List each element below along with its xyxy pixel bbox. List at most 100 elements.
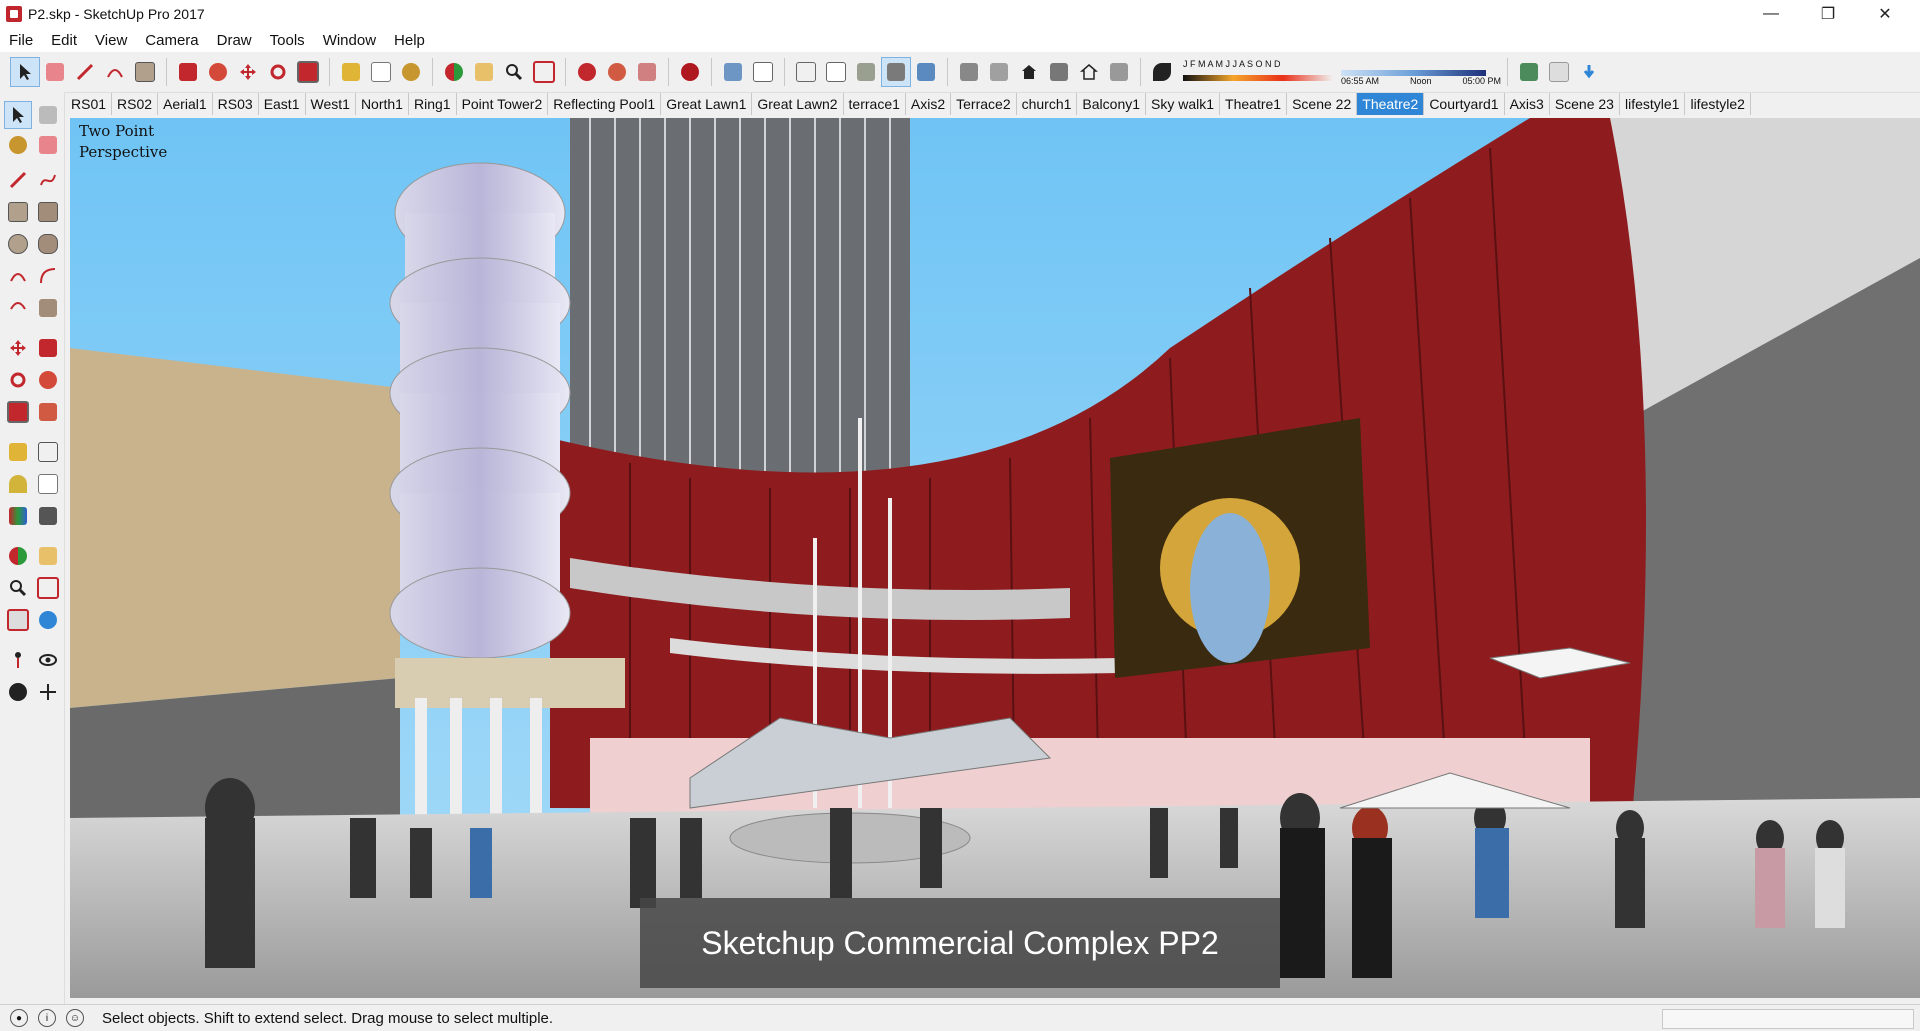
extension-button[interactable] [633, 58, 661, 86]
zoom-tool-button[interactable] [500, 58, 528, 86]
shaded-button[interactable] [852, 58, 880, 86]
tab-scene[interactable]: Sky walk1 [1146, 93, 1221, 115]
minimize-button[interactable]: — [1748, 0, 1794, 28]
left-view-button[interactable] [1105, 58, 1133, 86]
hidden-line-button[interactable] [822, 58, 850, 86]
sidebar-3pt-arc-tool[interactable] [5, 295, 31, 321]
menu-view[interactable]: View [86, 32, 136, 49]
sidebar-look-around-tool[interactable] [35, 647, 61, 673]
sidebar-rectangle-tool[interactable] [5, 199, 31, 225]
close-button[interactable]: ✕ [1862, 0, 1908, 28]
tab-scene[interactable]: Axis3 [1505, 93, 1550, 115]
monochrome-button[interactable] [912, 58, 940, 86]
sidebar-arc-tool[interactable] [5, 263, 31, 289]
line-tool-button[interactable] [71, 58, 99, 86]
tab-scene-active[interactable]: Theatre2 [1357, 93, 1425, 115]
user-icon[interactable]: ☺ [66, 1009, 84, 1027]
sidebar-follow-me-tool[interactable] [35, 367, 61, 393]
menu-window[interactable]: Window [314, 32, 385, 49]
tab-scene[interactable]: East1 [259, 93, 306, 115]
sidebar-line-tool[interactable] [5, 167, 31, 193]
sidebar-2pt-arc-tool[interactable] [35, 263, 61, 289]
iso-view-button[interactable] [955, 58, 983, 86]
tab-scene[interactable]: Great Lawn1 [661, 93, 753, 115]
sidebar-walk-tool[interactable] [5, 679, 31, 705]
sidebar-zoom-window-tool[interactable] [35, 575, 61, 601]
sidebar-zoom-tool[interactable] [5, 575, 31, 601]
sidebar-pie-tool[interactable] [35, 295, 61, 321]
sidebar-dimension-tool[interactable] [35, 439, 61, 465]
tab-scene[interactable]: Point Tower2 [457, 93, 549, 115]
back-edges-button[interactable] [749, 58, 777, 86]
tab-scene[interactable]: Scene 23 [1550, 93, 1620, 115]
text-tool-button[interactable] [367, 58, 395, 86]
sidebar-eraser-tool[interactable] [35, 132, 61, 158]
components-button[interactable] [603, 58, 631, 86]
menu-camera[interactable]: Camera [136, 32, 207, 49]
sidebar-rotate-tool[interactable] [5, 367, 31, 393]
tab-scene[interactable]: Courtyard1 [1424, 93, 1505, 115]
sidebar-rotated-rectangle-tool[interactable] [35, 199, 61, 225]
geo-location-icon[interactable]: ● [10, 1009, 28, 1027]
tab-scene[interactable]: terrace1 [844, 93, 906, 115]
sidebar-select-tool[interactable] [4, 101, 32, 129]
push-pull-tool-button[interactable] [174, 58, 202, 86]
model-viewport[interactable]: Two Point Perspective Sketchup Commercia… [70, 118, 1920, 998]
follow-me-tool-button[interactable] [204, 58, 232, 86]
menu-draw[interactable]: Draw [208, 32, 261, 49]
tab-scene[interactable]: Great Lawn2 [752, 93, 844, 115]
sidebar-text-tool[interactable] [35, 471, 61, 497]
menu-edit[interactable]: Edit [42, 32, 86, 49]
tab-scene[interactable]: lifestyle1 [1620, 93, 1686, 115]
tab-scene[interactable]: RS02 [112, 93, 159, 115]
tab-scene[interactable]: Ring1 [409, 93, 457, 115]
shadows-toggle-button[interactable] [1148, 58, 1176, 86]
sidebar-tape-tool[interactable] [5, 439, 31, 465]
paint-bucket-tool-button[interactable] [397, 58, 425, 86]
model-info-button[interactable] [1515, 58, 1543, 86]
sidebar-polygon-tool[interactable] [35, 231, 61, 257]
top-view-button[interactable] [985, 58, 1013, 86]
sidebar-orbit-tool[interactable] [5, 543, 31, 569]
tab-scene[interactable]: North1 [356, 93, 409, 115]
warehouse-button[interactable] [573, 58, 601, 86]
tab-scene[interactable]: church1 [1017, 93, 1078, 115]
eraser-tool-button[interactable] [41, 58, 69, 86]
sidebar-pan-tool[interactable] [35, 543, 61, 569]
tab-scene[interactable]: Terrace2 [951, 93, 1017, 115]
orbit-tool-button[interactable] [440, 58, 468, 86]
sidebar-freehand-tool[interactable] [35, 167, 61, 193]
menu-help[interactable]: Help [385, 32, 434, 49]
rotate-tool-button[interactable] [264, 58, 292, 86]
move-tool-button[interactable] [234, 58, 262, 86]
zoom-extents-tool-button[interactable] [530, 58, 558, 86]
front-view-button[interactable] [1015, 58, 1043, 86]
pan-tool-button[interactable] [470, 58, 498, 86]
ruby-button[interactable] [676, 58, 704, 86]
tab-scene[interactable]: Axis2 [906, 93, 952, 115]
sidebar-previous-view-tool[interactable] [35, 607, 61, 633]
tab-scene[interactable]: Aerial1 [158, 93, 213, 115]
tab-scene[interactable]: Reflecting Pool1 [548, 93, 662, 115]
tape-measure-tool-button[interactable] [337, 58, 365, 86]
scale-tool-button[interactable] [294, 58, 322, 86]
tab-scene[interactable]: Scene 22 [1287, 93, 1358, 115]
xray-button[interactable] [719, 58, 747, 86]
sidebar-circle-tool[interactable] [5, 231, 31, 257]
sidebar-3d-text-tool[interactable] [35, 503, 61, 529]
shaded-textures-button[interactable] [881, 57, 911, 87]
sidebar-position-camera-tool[interactable] [5, 647, 31, 673]
sidebar-axes-tool[interactable] [5, 503, 31, 529]
download-button[interactable] [1575, 58, 1603, 86]
tab-scene[interactable]: lifestyle2 [1685, 93, 1751, 115]
arc-tool-button[interactable] [101, 58, 129, 86]
tab-scene[interactable]: Theatre1 [1220, 93, 1288, 115]
right-view-button[interactable] [1045, 58, 1073, 86]
menu-tools[interactable]: Tools [261, 32, 314, 49]
select-tool-button[interactable] [10, 57, 40, 87]
sidebar-push-pull-tool[interactable] [35, 335, 61, 361]
rectangle-tool-button[interactable] [131, 58, 159, 86]
tab-scene[interactable]: Balcony1 [1077, 93, 1147, 115]
sidebar-zoom-extents-tool[interactable] [5, 607, 31, 633]
wireframe-button[interactable] [792, 58, 820, 86]
